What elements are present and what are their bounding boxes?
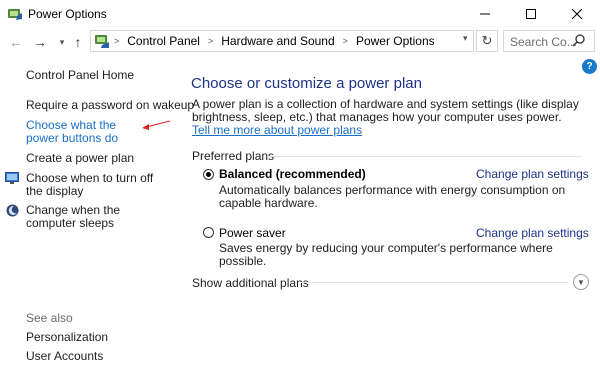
back-arrow-icon: ← [9, 34, 23, 50]
chevron-right-icon: > [114, 36, 120, 46]
up-arrow-icon: ↑ [74, 34, 82, 50]
radio-selected-dot [206, 172, 211, 177]
tell-me-more-link[interactable]: Tell me more about power plans [192, 123, 362, 137]
annotation-arrow [140, 118, 172, 132]
breadcrumb: > Control Panel > Hardware and Sound > P… [114, 30, 435, 52]
description-text: A power plan is a collection of hardware… [192, 97, 579, 124]
moon-icon [6, 204, 19, 217]
power-saver-description: Saves energy by reducing your computer's… [219, 241, 553, 268]
chevron-right-icon: > [342, 36, 348, 46]
change-power-saver-settings-link[interactable]: Change plan settings [476, 226, 589, 240]
control-panel-icon [94, 33, 110, 49]
sidebar-item-create-power-plan[interactable]: Create a power plan [26, 152, 134, 165]
maximize-button[interactable] [508, 0, 554, 28]
refresh-button[interactable]: ↻ [476, 30, 498, 52]
chevron-down-icon: ▾ [59, 36, 65, 47]
power-saver-radio[interactable] [203, 227, 214, 238]
sidebar-item-power-buttons[interactable]: Choose what the power buttons do [26, 119, 146, 145]
search-icon[interactable] [571, 33, 587, 49]
chevron-right-icon: > [207, 36, 214, 46]
search-placeholder: Search Co... [510, 35, 577, 49]
forward-arrow-icon: → [33, 34, 47, 50]
chevron-down-icon: ▼ [577, 277, 585, 287]
breadcrumb-power-options[interactable]: Power Options [356, 34, 435, 48]
balanced-plan-radio[interactable] [203, 169, 214, 180]
close-button[interactable] [554, 0, 600, 28]
power-options-app-icon [7, 6, 23, 22]
page-description: A power plan is a collection of hardware… [192, 98, 582, 137]
balanced-plan-description: Automatically balances performance with … [219, 183, 566, 210]
maximize-icon [526, 9, 536, 19]
breadcrumb-control-panel[interactable]: Control Panel [127, 34, 200, 48]
minimize-icon [480, 13, 490, 15]
see-also-personalization[interactable]: Personalization [26, 331, 108, 344]
back-button[interactable]: ← [6, 32, 26, 52]
sidebar-item-computer-sleeps[interactable]: Change when the computer sleeps [26, 204, 166, 230]
page-title: Choose or customize a power plan [191, 75, 422, 92]
address-dropdown-icon[interactable]: ▾ [463, 33, 468, 44]
preferred-plans-label: Preferred plans [192, 149, 275, 163]
refresh-icon: ↻ [481, 33, 493, 48]
help-icon[interactable]: ? [582, 59, 597, 74]
expand-additional-plans-button[interactable]: ▼ [573, 274, 589, 290]
change-balanced-settings-link[interactable]: Change plan settings [476, 167, 589, 181]
section-divider [300, 282, 568, 283]
display-settings-icon [5, 172, 19, 185]
see-also-label: See also [26, 311, 73, 325]
balanced-plan-label[interactable]: Balanced (recommended) [219, 167, 366, 181]
sidebar-item-control-panel-home[interactable]: Control Panel Home [26, 69, 134, 82]
sidebar-item-turn-off-display[interactable]: Choose when to turn off the display [26, 172, 166, 198]
show-additional-plans-label[interactable]: Show additional plans [192, 276, 309, 290]
power-saver-label[interactable]: Power saver [219, 226, 286, 240]
minimize-button[interactable] [462, 0, 508, 28]
breadcrumb-hardware-and-sound[interactable]: Hardware and Sound [221, 34, 334, 48]
section-divider [268, 156, 582, 157]
sidebar-item-require-password[interactable]: Require a password on wakeup [26, 99, 194, 112]
forward-button[interactable]: → [30, 32, 50, 52]
up-button[interactable]: ↑ [68, 32, 88, 52]
see-also-user-accounts[interactable]: User Accounts [26, 350, 103, 363]
window-title: Power Options [28, 7, 107, 21]
close-icon [572, 9, 582, 19]
